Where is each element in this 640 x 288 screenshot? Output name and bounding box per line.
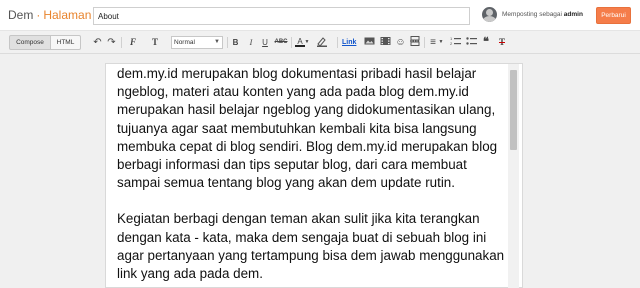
bullet-list-icon xyxy=(466,37,477,45)
editor-scrollbar[interactable] xyxy=(508,64,519,288)
editor-content[interactable]: dem.my.id merupakan blog dokumentasi pri… xyxy=(117,65,510,287)
avatar-body-shape xyxy=(483,16,496,22)
video-icon xyxy=(380,37,391,45)
format-select-value: Normal xyxy=(174,39,195,46)
avatar-head-shape xyxy=(486,9,493,16)
format-select[interactable]: Normal ▼ xyxy=(171,36,223,49)
image-icon xyxy=(364,37,375,45)
jump-break-icon xyxy=(409,36,420,46)
editor-toolbar: Compose HTML ↶ ↷ F T Normal ▼ B I U ABC … xyxy=(0,31,640,54)
bullet-list-button[interactable] xyxy=(466,36,477,49)
breadcrumb-separator: · xyxy=(36,8,41,22)
toolbar-divider xyxy=(424,37,425,48)
strikethrough-button[interactable]: ABC xyxy=(274,36,288,49)
font-family-icon[interactable]: F xyxy=(126,36,140,49)
page-title-input[interactable] xyxy=(93,7,470,25)
post-body-editor[interactable]: dem.my.id merupakan blog dokumentasi pri… xyxy=(105,63,523,288)
insert-jump-break-button[interactable] xyxy=(409,36,420,49)
chevron-down-icon: ▼ xyxy=(214,39,220,45)
numbered-list-icon: 12 xyxy=(450,36,461,46)
font-size-icon[interactable]: T xyxy=(147,36,163,49)
tab-compose[interactable]: Compose xyxy=(9,35,51,50)
blog-name-link[interactable]: Dem xyxy=(8,8,33,22)
chevron-down-icon[interactable]: ▼ xyxy=(304,36,310,49)
underline-button[interactable]: U xyxy=(261,36,269,49)
insert-image-button[interactable] xyxy=(364,36,375,49)
update-button[interactable]: Perbarui xyxy=(596,7,631,24)
numbered-list-button[interactable]: 12 xyxy=(450,36,461,49)
highlight-color-button[interactable] xyxy=(315,36,329,49)
undo-icon[interactable]: ↶ xyxy=(92,36,103,49)
posting-as-text: Memposting sebagai admin xyxy=(502,11,583,18)
body-paragraph[interactable]: dem.my.id merupakan blog dokumentasi pri… xyxy=(117,65,510,192)
emoji-icon[interactable]: ☺ xyxy=(395,36,406,49)
insert-link-button[interactable]: Link xyxy=(342,36,356,49)
body-paragraph[interactable]: Kegiatan berbagi dengan teman akan sulit… xyxy=(117,210,510,283)
posting-user: admin xyxy=(563,11,583,18)
toolbar-divider xyxy=(291,37,292,48)
highlight-icon xyxy=(317,37,327,47)
svg-text:2: 2 xyxy=(450,41,453,46)
bold-button[interactable]: B xyxy=(231,36,240,49)
toolbar-divider xyxy=(227,37,228,48)
toolbar-divider xyxy=(121,37,122,48)
pages-link[interactable]: Halaman xyxy=(43,8,91,22)
avatar[interactable] xyxy=(482,7,497,22)
toolbar-divider xyxy=(337,37,338,48)
align-icon[interactable]: ≡ xyxy=(428,36,438,49)
breadcrumb: Dem · Halaman xyxy=(8,8,91,22)
italic-button[interactable]: I xyxy=(247,36,255,49)
quote-icon[interactable]: ❝ xyxy=(481,36,491,49)
editor-header: Dem·Halaman Memposting sebagai admin Per… xyxy=(0,0,640,31)
chevron-down-icon[interactable]: ▼ xyxy=(438,36,444,49)
posting-as-label: Memposting sebagai xyxy=(502,11,562,18)
insert-video-button[interactable] xyxy=(380,36,391,49)
tab-html[interactable]: HTML xyxy=(50,35,81,50)
scrollbar-thumb[interactable] xyxy=(510,70,517,150)
redo-icon[interactable]: ↷ xyxy=(106,36,117,49)
clear-formatting-button[interactable]: T xyxy=(497,36,507,49)
